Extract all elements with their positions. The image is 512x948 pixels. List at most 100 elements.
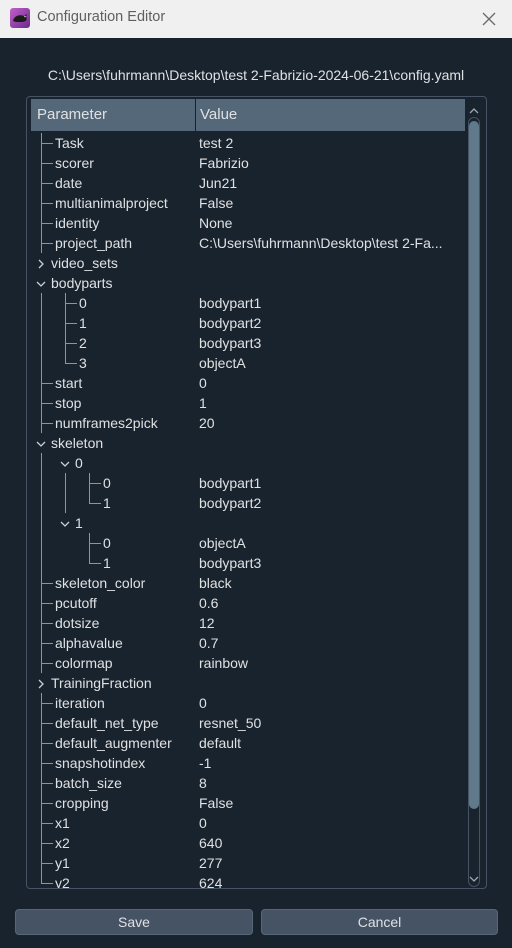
chevron-down-icon[interactable] [34, 436, 48, 450]
tree-row[interactable]: 0 [31, 453, 465, 473]
tree-row-parameter: default_augmenter [55, 735, 172, 751]
tree-row[interactable]: iteration 0 [31, 693, 465, 713]
tree-row[interactable]: 1 [31, 513, 465, 533]
tree-row[interactable]: start 0 [31, 373, 465, 393]
column-header-value[interactable]: Value [196, 99, 465, 131]
tree-row[interactable]: y1 277 [31, 853, 465, 873]
scroll-down-arrow-icon[interactable] [469, 869, 479, 882]
tree-row-value[interactable]: Fabrizio [199, 155, 461, 171]
tree-row-value[interactable]: objectA [199, 535, 461, 551]
tree-row[interactable]: TrainingFraction [31, 673, 465, 693]
tree-row-value[interactable]: 0 [199, 815, 461, 831]
tree-row-parameter: 0 [103, 535, 111, 551]
tree-row-value[interactable]: bodypart3 [199, 555, 461, 571]
chevron-down-icon[interactable] [58, 516, 72, 530]
tree-row-parameter: Task [55, 135, 84, 151]
tree-row-parameter: 0 [75, 455, 83, 471]
tree-row[interactable]: alphavalue 0.7 [31, 633, 465, 653]
tree-row[interactable]: 3 objectA [31, 353, 465, 373]
tree-row[interactable]: pcutoff 0.6 [31, 593, 465, 613]
scroll-up-arrow-icon[interactable] [469, 101, 479, 114]
tree-row-parameter: bodyparts [51, 275, 113, 291]
tree-row-value[interactable]: 0 [199, 375, 461, 391]
tree-row[interactable]: 1 bodypart3 [31, 553, 465, 573]
chevron-down-icon[interactable] [58, 456, 72, 470]
config-tree-view[interactable]: Parameter Value Task test 2 scorer Fabrizio… [26, 96, 487, 889]
tree-row[interactable]: project_path C:\Users\fuhrmann\Desktop\te… [31, 233, 465, 253]
tree-row[interactable]: x2 640 [31, 833, 465, 853]
tree-row[interactable]: 2 bodypart3 [31, 333, 465, 353]
tree-row[interactable]: stop 1 [31, 393, 465, 413]
tree-row[interactable]: video_sets [31, 253, 465, 273]
tree-row[interactable]: y2 624 [31, 873, 465, 889]
tree-row[interactable]: date Jun21 [31, 173, 465, 193]
tree-row-parameter: date [55, 175, 83, 191]
tree-row-value[interactable]: 277 [199, 855, 461, 871]
tree-row-value[interactable]: objectA [199, 355, 461, 371]
tree-row-value[interactable]: bodypart1 [199, 295, 461, 311]
tree-row[interactable]: numframes2pick 20 [31, 413, 465, 433]
tree-row-value[interactable]: 8 [199, 775, 461, 791]
tree-row[interactable]: default_net_type resnet_50 [31, 713, 465, 733]
tree-row[interactable]: cropping False [31, 793, 465, 813]
tree-row-value[interactable]: 640 [199, 835, 461, 851]
tree-row-value[interactable]: bodypart2 [199, 495, 461, 511]
tree-row-value[interactable]: test 2 [199, 135, 461, 151]
tree-row[interactable]: scorer Fabrizio [31, 153, 465, 173]
tree-row[interactable]: default_augmenter default [31, 733, 465, 753]
tree-row-value[interactable]: 20 [199, 415, 461, 431]
tree-row[interactable]: identity None [31, 213, 465, 233]
tree-row-value[interactable]: 624 [199, 875, 461, 888]
scrollbar-thumb[interactable] [469, 121, 479, 809]
tree-row[interactable]: batch_size 8 [31, 773, 465, 793]
tree-row[interactable]: bodyparts [31, 273, 465, 293]
vertical-scrollbar[interactable] [466, 108, 482, 888]
tree-row-parameter: numframes2pick [55, 415, 158, 431]
tree-row-value[interactable]: Jun21 [199, 175, 461, 191]
tree-row-value[interactable]: C:\Users\fuhrmann\Desktop\test 2-Fa... [199, 235, 461, 251]
tree-row-value[interactable]: False [199, 795, 461, 811]
tree-row-value[interactable]: bodypart2 [199, 315, 461, 331]
column-header-parameter[interactable]: Parameter [31, 99, 196, 131]
tree-row-value[interactable]: black [199, 575, 461, 591]
tree-row[interactable]: skeleton [31, 433, 465, 453]
tree-row-value[interactable]: default [199, 735, 461, 751]
tree-row[interactable]: x1 0 [31, 813, 465, 833]
chevron-right-icon[interactable] [34, 676, 48, 690]
tree-row[interactable]: 0 objectA [31, 533, 465, 553]
tree-row-value[interactable]: None [199, 215, 461, 231]
tree-row-parameter: 0 [79, 295, 87, 311]
chevron-right-icon[interactable] [34, 256, 48, 270]
close-icon[interactable] [478, 8, 500, 30]
tree-row[interactable]: 0 bodypart1 [31, 473, 465, 493]
tree-row-value[interactable]: 1 [199, 395, 461, 411]
tree-row[interactable]: 1 bodypart2 [31, 313, 465, 333]
tree-row-parameter: stop [55, 395, 82, 411]
tree-row-value[interactable]: 0.7 [199, 635, 461, 651]
tree-row-parameter: y2 [55, 875, 70, 889]
tree-row[interactable]: multianimalproject False [31, 193, 465, 213]
tree-row[interactable]: 1 bodypart2 [31, 493, 465, 513]
chevron-down-icon[interactable] [34, 276, 48, 290]
tree-row[interactable]: dotsize 12 [31, 613, 465, 633]
tree-row[interactable]: snapshotindex -1 [31, 753, 465, 773]
tree-row-value[interactable]: 12 [199, 615, 461, 631]
tree-row-parameter: 1 [75, 515, 83, 531]
tree-row[interactable]: skeleton_color black [31, 573, 465, 593]
tree-row-parameter: default_net_type [55, 715, 159, 731]
tree-row-value[interactable]: 0 [199, 695, 461, 711]
tree-row-value[interactable]: resnet_50 [199, 715, 461, 731]
tree-row[interactable]: colormap rainbow [31, 653, 465, 673]
tree-row-value[interactable]: -1 [199, 755, 461, 771]
tree-row[interactable]: 0 bodypart1 [31, 293, 465, 313]
tree-row-value[interactable]: False [199, 195, 461, 211]
tree-row-parameter: video_sets [51, 255, 118, 271]
save-button[interactable]: Save [15, 909, 253, 935]
cancel-button[interactable]: Cancel [261, 909, 498, 935]
tree-row-value[interactable]: rainbow [199, 655, 461, 671]
tree-row[interactable]: Task test 2 [31, 133, 465, 153]
tree-header: Parameter Value [31, 99, 465, 131]
tree-row-value[interactable]: 0.6 [199, 595, 461, 611]
tree-row-value[interactable]: bodypart1 [199, 475, 461, 491]
tree-row-value[interactable]: bodypart3 [199, 335, 461, 351]
